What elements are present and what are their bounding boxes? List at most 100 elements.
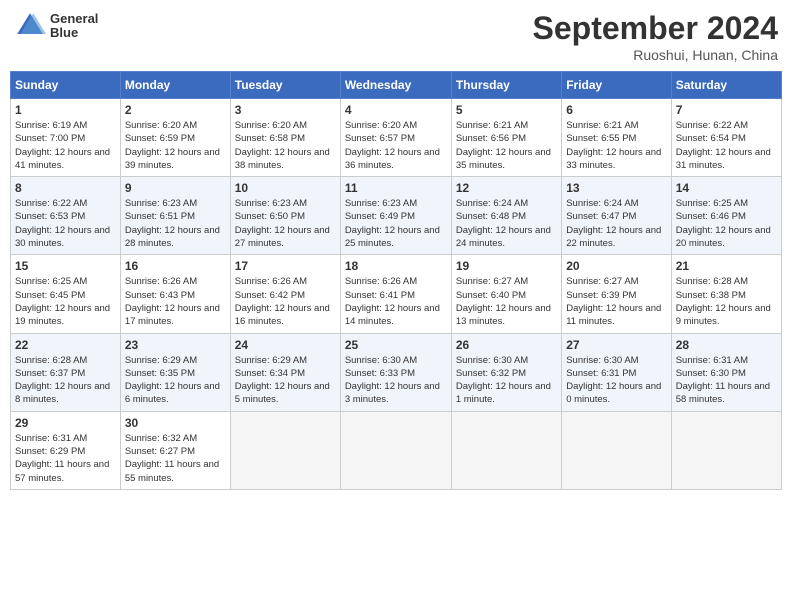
- calendar-day-cell: 27 Sunrise: 6:30 AM Sunset: 6:31 PM Dayl…: [562, 333, 671, 411]
- calendar-week-row: 8 Sunrise: 6:22 AM Sunset: 6:53 PM Dayli…: [11, 177, 782, 255]
- day-info: Sunrise: 6:25 AM Sunset: 6:45 PM Dayligh…: [15, 275, 116, 328]
- calendar-day-cell: 18 Sunrise: 6:26 AM Sunset: 6:41 PM Dayl…: [340, 255, 451, 333]
- day-info: Sunrise: 6:27 AM Sunset: 6:40 PM Dayligh…: [456, 275, 557, 328]
- day-number: 14: [676, 181, 777, 195]
- calendar-day-cell: [562, 411, 671, 489]
- calendar-body: 1 Sunrise: 6:19 AM Sunset: 7:00 PM Dayli…: [11, 99, 782, 490]
- calendar-day-cell: 28 Sunrise: 6:31 AM Sunset: 6:30 PM Dayl…: [671, 333, 781, 411]
- day-info: Sunrise: 6:24 AM Sunset: 6:48 PM Dayligh…: [456, 197, 557, 250]
- day-info: Sunrise: 6:23 AM Sunset: 6:50 PM Dayligh…: [235, 197, 336, 250]
- day-info: Sunrise: 6:22 AM Sunset: 6:53 PM Dayligh…: [15, 197, 116, 250]
- day-info: Sunrise: 6:23 AM Sunset: 6:49 PM Dayligh…: [345, 197, 447, 250]
- day-number: 15: [15, 259, 116, 273]
- day-info: Sunrise: 6:26 AM Sunset: 6:42 PM Dayligh…: [235, 275, 336, 328]
- day-info: Sunrise: 6:30 AM Sunset: 6:31 PM Dayligh…: [566, 354, 666, 407]
- calendar-week-row: 29 Sunrise: 6:31 AM Sunset: 6:29 PM Dayl…: [11, 411, 782, 489]
- day-info: Sunrise: 6:20 AM Sunset: 6:57 PM Dayligh…: [345, 119, 447, 172]
- day-info: Sunrise: 6:31 AM Sunset: 6:29 PM Dayligh…: [15, 432, 116, 485]
- month-title: September 2024 Ruoshui, Hunan, China: [533, 10, 778, 63]
- calendar-day-cell: 13 Sunrise: 6:24 AM Sunset: 6:47 PM Dayl…: [562, 177, 671, 255]
- month-year: September 2024: [533, 10, 778, 47]
- day-number: 20: [566, 259, 666, 273]
- calendar-day-cell: 3 Sunrise: 6:20 AM Sunset: 6:58 PM Dayli…: [230, 99, 340, 177]
- calendar-day-cell: 24 Sunrise: 6:29 AM Sunset: 6:34 PM Dayl…: [230, 333, 340, 411]
- day-of-week-header: Monday: [120, 72, 230, 99]
- calendar-day-cell: 6 Sunrise: 6:21 AM Sunset: 6:55 PM Dayli…: [562, 99, 671, 177]
- day-number: 2: [125, 103, 226, 117]
- day-info: Sunrise: 6:21 AM Sunset: 6:55 PM Dayligh…: [566, 119, 666, 172]
- day-info: Sunrise: 6:31 AM Sunset: 6:30 PM Dayligh…: [676, 354, 777, 407]
- day-info: Sunrise: 6:26 AM Sunset: 6:43 PM Dayligh…: [125, 275, 226, 328]
- day-number: 12: [456, 181, 557, 195]
- calendar-day-cell: 15 Sunrise: 6:25 AM Sunset: 6:45 PM Dayl…: [11, 255, 121, 333]
- day-number: 4: [345, 103, 447, 117]
- day-info: Sunrise: 6:27 AM Sunset: 6:39 PM Dayligh…: [566, 275, 666, 328]
- day-info: Sunrise: 6:22 AM Sunset: 6:54 PM Dayligh…: [676, 119, 777, 172]
- day-number: 11: [345, 181, 447, 195]
- day-info: Sunrise: 6:20 AM Sunset: 6:59 PM Dayligh…: [125, 119, 226, 172]
- day-number: 19: [456, 259, 557, 273]
- calendar-table: SundayMondayTuesdayWednesdayThursdayFrid…: [10, 71, 782, 490]
- calendar-day-cell: 25 Sunrise: 6:30 AM Sunset: 6:33 PM Dayl…: [340, 333, 451, 411]
- calendar-day-cell: [230, 411, 340, 489]
- day-info: Sunrise: 6:29 AM Sunset: 6:35 PM Dayligh…: [125, 354, 226, 407]
- calendar-day-cell: 1 Sunrise: 6:19 AM Sunset: 7:00 PM Dayli…: [11, 99, 121, 177]
- day-number: 21: [676, 259, 777, 273]
- day-number: 24: [235, 338, 336, 352]
- calendar-day-cell: 30 Sunrise: 6:32 AM Sunset: 6:27 PM Dayl…: [120, 411, 230, 489]
- day-of-week-header: Saturday: [671, 72, 781, 99]
- day-number: 8: [15, 181, 116, 195]
- calendar-week-row: 22 Sunrise: 6:28 AM Sunset: 6:37 PM Dayl…: [11, 333, 782, 411]
- day-of-week-header: Tuesday: [230, 72, 340, 99]
- calendar-day-cell: 22 Sunrise: 6:28 AM Sunset: 6:37 PM Dayl…: [11, 333, 121, 411]
- day-info: Sunrise: 6:28 AM Sunset: 6:38 PM Dayligh…: [676, 275, 777, 328]
- day-number: 1: [15, 103, 116, 117]
- calendar-day-cell: 19 Sunrise: 6:27 AM Sunset: 6:40 PM Dayl…: [451, 255, 561, 333]
- page-header: General Blue September 2024 Ruoshui, Hun…: [10, 10, 782, 63]
- day-info: Sunrise: 6:23 AM Sunset: 6:51 PM Dayligh…: [125, 197, 226, 250]
- day-info: Sunrise: 6:30 AM Sunset: 6:33 PM Dayligh…: [345, 354, 447, 407]
- day-number: 3: [235, 103, 336, 117]
- day-info: Sunrise: 6:25 AM Sunset: 6:46 PM Dayligh…: [676, 197, 777, 250]
- logo-line1: General: [50, 12, 98, 26]
- calendar-day-cell: 7 Sunrise: 6:22 AM Sunset: 6:54 PM Dayli…: [671, 99, 781, 177]
- logo-line2: Blue: [50, 26, 98, 40]
- calendar-day-cell: 9 Sunrise: 6:23 AM Sunset: 6:51 PM Dayli…: [120, 177, 230, 255]
- day-info: Sunrise: 6:29 AM Sunset: 6:34 PM Dayligh…: [235, 354, 336, 407]
- location: Ruoshui, Hunan, China: [533, 47, 778, 63]
- day-info: Sunrise: 6:21 AM Sunset: 6:56 PM Dayligh…: [456, 119, 557, 172]
- day-number: 17: [235, 259, 336, 273]
- day-info: Sunrise: 6:26 AM Sunset: 6:41 PM Dayligh…: [345, 275, 447, 328]
- calendar-day-cell: [671, 411, 781, 489]
- day-of-week-header: Sunday: [11, 72, 121, 99]
- calendar-day-cell: [451, 411, 561, 489]
- day-number: 25: [345, 338, 447, 352]
- calendar-day-cell: 10 Sunrise: 6:23 AM Sunset: 6:50 PM Dayl…: [230, 177, 340, 255]
- calendar-day-cell: 16 Sunrise: 6:26 AM Sunset: 6:43 PM Dayl…: [120, 255, 230, 333]
- calendar-day-cell: 23 Sunrise: 6:29 AM Sunset: 6:35 PM Dayl…: [120, 333, 230, 411]
- day-number: 16: [125, 259, 226, 273]
- calendar-week-row: 15 Sunrise: 6:25 AM Sunset: 6:45 PM Dayl…: [11, 255, 782, 333]
- day-number: 13: [566, 181, 666, 195]
- day-info: Sunrise: 6:20 AM Sunset: 6:58 PM Dayligh…: [235, 119, 336, 172]
- calendar-day-cell: 17 Sunrise: 6:26 AM Sunset: 6:42 PM Dayl…: [230, 255, 340, 333]
- calendar-day-cell: 12 Sunrise: 6:24 AM Sunset: 6:48 PM Dayl…: [451, 177, 561, 255]
- calendar-day-cell: 14 Sunrise: 6:25 AM Sunset: 6:46 PM Dayl…: [671, 177, 781, 255]
- calendar-day-cell: 21 Sunrise: 6:28 AM Sunset: 6:38 PM Dayl…: [671, 255, 781, 333]
- calendar-day-cell: 2 Sunrise: 6:20 AM Sunset: 6:59 PM Dayli…: [120, 99, 230, 177]
- calendar-day-cell: 20 Sunrise: 6:27 AM Sunset: 6:39 PM Dayl…: [562, 255, 671, 333]
- calendar-day-cell: 8 Sunrise: 6:22 AM Sunset: 6:53 PM Dayli…: [11, 177, 121, 255]
- day-of-week-header: Friday: [562, 72, 671, 99]
- day-number: 9: [125, 181, 226, 195]
- day-number: 27: [566, 338, 666, 352]
- day-info: Sunrise: 6:30 AM Sunset: 6:32 PM Dayligh…: [456, 354, 557, 407]
- day-of-week-header: Thursday: [451, 72, 561, 99]
- logo: General Blue: [14, 10, 98, 42]
- calendar-day-cell: 4 Sunrise: 6:20 AM Sunset: 6:57 PM Dayli…: [340, 99, 451, 177]
- calendar-day-cell: 5 Sunrise: 6:21 AM Sunset: 6:56 PM Dayli…: [451, 99, 561, 177]
- day-info: Sunrise: 6:24 AM Sunset: 6:47 PM Dayligh…: [566, 197, 666, 250]
- logo-text: General Blue: [50, 12, 98, 41]
- calendar-day-cell: 29 Sunrise: 6:31 AM Sunset: 6:29 PM Dayl…: [11, 411, 121, 489]
- day-number: 10: [235, 181, 336, 195]
- day-info: Sunrise: 6:19 AM Sunset: 7:00 PM Dayligh…: [15, 119, 116, 172]
